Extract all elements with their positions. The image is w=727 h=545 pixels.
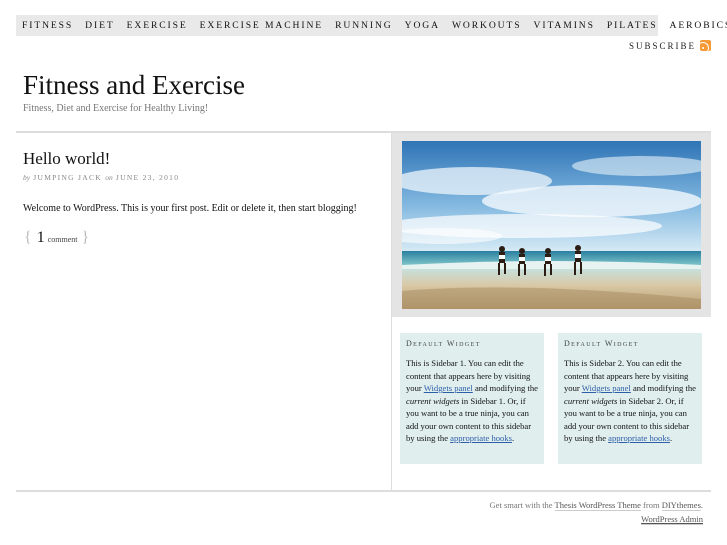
- footer-text: Get smart with the: [489, 500, 555, 510]
- site-title[interactable]: Fitness and Exercise: [23, 70, 245, 101]
- sidebar-widget-2: Default Widget This is Sidebar 2. You ca…: [558, 333, 702, 464]
- footer-credit: Get smart with the Thesis WordPress Them…: [489, 500, 703, 511]
- widget-text-part: and modifying the: [630, 383, 696, 393]
- nav-item-running[interactable]: RUNNING: [335, 20, 393, 31]
- brace-open: {: [24, 229, 32, 246]
- post-byline: by JUMPING JACK on JUNE 23, 2010: [23, 173, 179, 182]
- post-date: JUNE 23, 2010: [115, 173, 180, 182]
- byline-on: on: [105, 173, 113, 182]
- nav-item-aerobics[interactable]: AEROBICS: [669, 20, 727, 31]
- widget-emphasis: current widgets: [406, 395, 460, 406]
- widget-text: This is Sidebar 1. You can edit the cont…: [406, 357, 538, 445]
- wordpress-admin-link[interactable]: WordPress Admin: [641, 514, 703, 525]
- widget-text: This is Sidebar 2. You can edit the cont…: [564, 357, 696, 445]
- widget-text-part: .: [511, 433, 515, 443]
- comments-link[interactable]: { 1 comment }: [24, 229, 89, 247]
- appropriate-hooks-link[interactable]: appropriate hooks: [450, 433, 512, 443]
- widgets-panel-link[interactable]: Widgets panel: [424, 383, 473, 393]
- comment-label[interactable]: comment: [48, 235, 78, 244]
- nav-item-yoga[interactable]: YOGA: [405, 20, 440, 31]
- subscribe-link[interactable]: SUBSCRIBE: [629, 40, 711, 51]
- footer-divider: [16, 490, 711, 492]
- top-nav: FITNESS DIET EXERCISE EXERCISE MACHINE R…: [16, 15, 727, 36]
- byline-by: by: [23, 173, 31, 182]
- nav-item-vitamins[interactable]: VITAMINS: [534, 20, 595, 31]
- widget-text-part: and modifying the: [472, 383, 538, 393]
- post-author[interactable]: JUMPING JACK: [33, 173, 102, 182]
- thesis-theme-link[interactable]: Thesis WordPress Theme: [554, 500, 641, 511]
- beach-runners-image: [402, 141, 701, 309]
- nav-item-fitness[interactable]: FITNESS: [22, 20, 73, 31]
- appropriate-hooks-link[interactable]: appropriate hooks: [608, 433, 670, 443]
- sidebar-widget-1: Default Widget This is Sidebar 1. You ca…: [400, 333, 544, 464]
- subscribe-label[interactable]: SUBSCRIBE: [629, 41, 696, 51]
- nav-item-exercise-machine[interactable]: EXERCISE MACHINE: [200, 20, 323, 31]
- brace-close: }: [81, 229, 90, 246]
- post-body: Welcome to WordPress. This is your first…: [23, 203, 357, 214]
- comment-count[interactable]: 1: [37, 229, 45, 247]
- nav-item-pilates[interactable]: PILATES: [607, 20, 658, 31]
- site-tagline: Fitness, Diet and Exercise for Healthy L…: [23, 103, 209, 114]
- nav-item-diet[interactable]: DIET: [85, 20, 114, 31]
- footer-text: .: [700, 500, 703, 510]
- diythemes-link[interactable]: DIYthemes: [661, 500, 701, 511]
- rss-icon[interactable]: [700, 40, 711, 51]
- post-title[interactable]: Hello world!: [23, 149, 110, 169]
- widgets-panel-link[interactable]: Widgets panel: [582, 383, 631, 393]
- widget-emphasis: current widgets: [564, 395, 618, 406]
- widget-title: Default Widget: [406, 339, 481, 348]
- widget-text-part: .: [669, 433, 673, 443]
- widget-title: Default Widget: [564, 339, 639, 348]
- nav-item-workouts[interactable]: WORKOUTS: [452, 20, 522, 31]
- footer-text: from: [640, 500, 662, 510]
- nav-item-exercise[interactable]: EXERCISE: [127, 20, 188, 31]
